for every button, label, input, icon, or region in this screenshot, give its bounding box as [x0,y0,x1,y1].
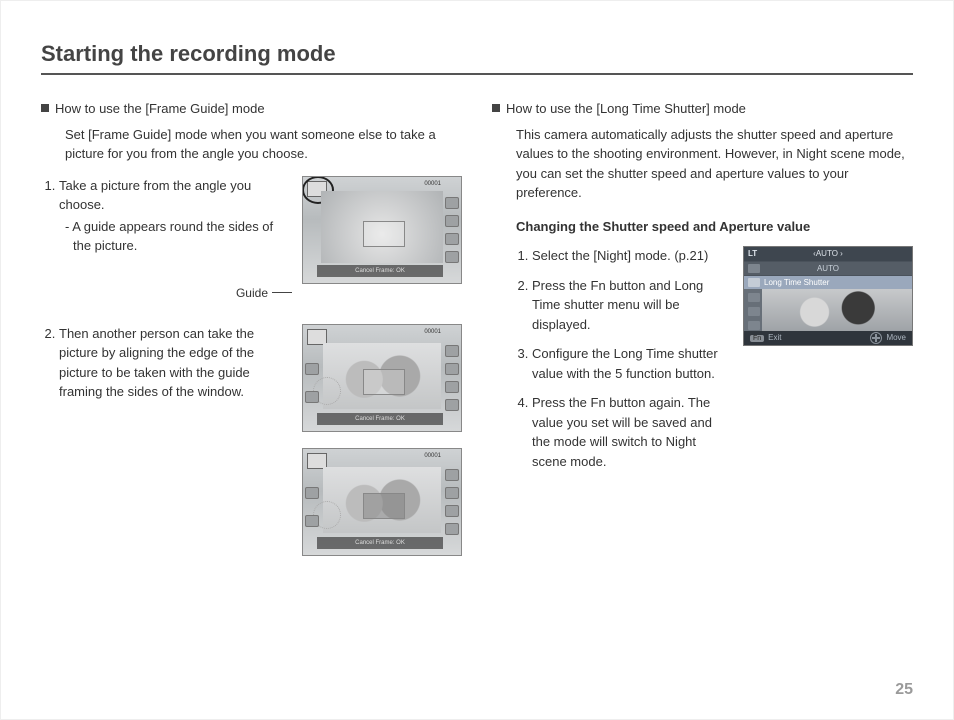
menu-row-long-time-shutter: Long Time Shutter [744,275,912,289]
night-menu-footer: Fn Exit Move [744,331,912,345]
lcd-icon [305,363,319,375]
night-menu-header: LT AUTO [744,247,912,261]
r-step-3: Configure the Long Time shutter value wi… [532,344,729,383]
step1-block: Take a picture from the angle you choose… [41,176,462,302]
frame-guide-heading: How to use the [Frame Guide] mode [41,99,462,119]
lcd-footer: Cancel Frame: OK [317,265,443,277]
step2-block: Then another person can take the picture… [41,324,462,556]
long-time-shutter-heading: How to use the [Long Time Shutter] mode [492,99,913,119]
guide-leader-line-icon [272,292,292,293]
lcd-icon [445,505,459,517]
lcd-right-icons [445,345,459,411]
lcd-left-icons [305,479,319,535]
lcd-icon [445,197,459,209]
footer-right: Move [870,332,906,344]
step-2: Then another person can take the picture… [59,324,292,402]
af-frame-icon [363,221,405,247]
square-bullet-icon [492,104,500,112]
menu-row-text: AUTO [817,263,839,275]
menu-side-icon [748,307,760,316]
right-steps-list: Select the [Night] mode. (p.21) Press th… [532,246,729,481]
menu-side-icon [748,293,760,302]
r-step-4: Press the Fn button again. The value you… [532,393,729,471]
lcd-screenshot-1: 00001 Cancel Frame: OK [302,176,462,284]
left-column: How to use the [Frame Guide] mode Set [F… [41,99,462,556]
af-frame-icon [363,493,405,519]
lcd-icon [445,381,459,393]
lcd-screenshot-2: 00001 C [302,324,462,432]
lt-badge: LT [748,248,757,260]
steps-list-a: Take a picture from the angle you choose… [59,176,292,256]
step1-text-block: Take a picture from the angle you choose… [41,176,292,302]
frame-counter: 00001 [424,452,441,461]
step2-text-block: Then another person can take the picture… [41,324,292,412]
frame-counter: 00001 [424,180,441,189]
menu-row-text: Long Time Shutter [764,277,829,289]
lcd-stack: 00001 C [302,324,462,556]
step1-text: Take a picture from the angle you choose… [59,178,251,213]
lcd-footer: Cancel Frame: OK [317,537,443,549]
menu-side-icon [748,321,760,330]
nav-pad-icon [870,332,882,344]
menu-row-icon [748,264,760,273]
lcd-icon [445,399,459,411]
af-frame-icon [363,369,405,395]
r-step-1: Select the [Night] mode. (p.21) [532,246,729,266]
lcd-right-icons [445,197,459,263]
menu-row-auto: AUTO [744,261,912,275]
lcd-footer: Cancel Frame: OK [317,413,443,425]
footer-left: Fn Exit [750,332,782,345]
lcd-icon [445,345,459,357]
lcd-screenshot-3: 00001 C [302,448,462,556]
frame-counter: 00001 [424,328,441,337]
lcd-icon [445,363,459,375]
lcd-icon [445,215,459,227]
exit-label: Exit [768,333,781,342]
right-column: How to use the [Long Time Shutter] mode … [492,99,913,556]
long-time-shutter-intro: This camera automatically adjusts the sh… [516,125,913,203]
guide-callout: Guide [41,284,292,302]
square-bullet-icon [41,104,49,112]
page-title: Starting the recording mode [41,41,913,75]
lcd-icon [305,391,319,403]
two-column-layout: How to use the [Frame Guide] mode Set [F… [41,99,913,556]
lcd-icon [445,251,459,263]
lcd-left-icons [305,355,319,411]
lcd-icon [445,469,459,481]
lcd-icon [305,487,319,499]
lcd-icon [445,523,459,535]
manual-page: Starting the recording mode How to use t… [0,0,954,720]
lcd-icon [305,515,319,527]
lcd-icon [445,487,459,499]
frame-guide-intro: Set [Frame Guide] mode when you want som… [65,125,462,164]
lcd-right-icons [445,469,459,535]
menu-preview-photo [744,289,912,331]
lcd-icon [445,233,459,245]
heading-text: How to use the [Frame Guide] mode [55,101,265,116]
r-step-2: Press the Fn button and Long Time shutte… [532,276,729,335]
changing-values-subheading: Changing the Shutter speed and Aperture … [516,217,913,237]
auto-header: AUTO [813,248,843,260]
fn-button-icon: Fn [750,335,764,342]
menu-row-icon [748,278,760,287]
move-label: Move [886,332,906,344]
guide-label: Guide [236,284,268,302]
step-1: Take a picture from the angle you choose… [59,176,292,256]
page-number: 25 [895,681,913,699]
step1-note: - A guide appears round the sides of the… [73,217,292,256]
steps-list-b: Then another person can take the picture… [59,324,292,402]
night-menu-screenshot: LT AUTO AUTO Long Time Shutter [743,246,913,346]
right-steps-row: Select the [Night] mode. (p.21) Press th… [492,246,913,481]
heading-text: How to use the [Long Time Shutter] mode [506,101,746,116]
